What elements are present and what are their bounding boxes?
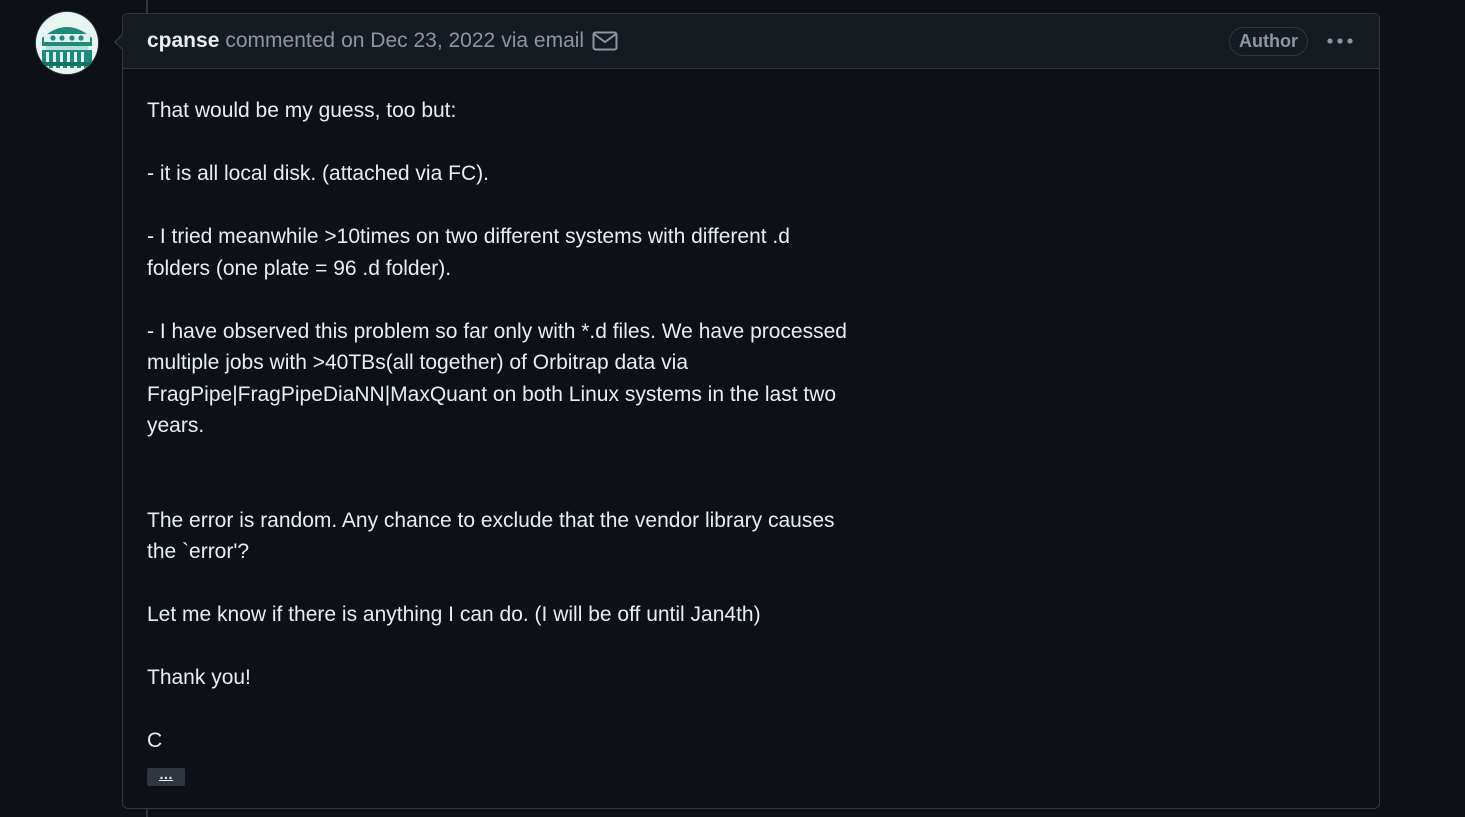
- comment-paragraph: The error is random. Any chance to exclu…: [147, 508, 835, 564]
- comment-meta: commented on Dec 23, 2022 via email: [225, 29, 590, 53]
- comment-paragraph: - I tried meanwhile >10times on two diff…: [147, 225, 790, 280]
- comment-paragraph: Thank you!: [147, 666, 251, 689]
- avatar[interactable]: [36, 12, 98, 74]
- comment-paragraph: Let me know if there is anything I can d…: [147, 603, 761, 626]
- comment-signature: C: [147, 729, 163, 752]
- comment-date[interactable]: on Dec 23, 2022: [341, 29, 495, 52]
- comment-paragraph: - I have observed this problem so far on…: [147, 319, 847, 438]
- identicon-avatar-icon: [36, 12, 98, 74]
- comment-paragraph: - it is all local disk. (attached via FC…: [147, 162, 489, 185]
- comment-box: cpanse commented on Dec 23, 2022 via email…: [114, 13, 1380, 809]
- comment-body: That would be my guess, too but: - it is…: [123, 69, 881, 788]
- mail-icon: [592, 30, 618, 52]
- author-link[interactable]: cpanse: [147, 29, 219, 53]
- author-badge: Author: [1229, 26, 1308, 56]
- comment-action: commented: [225, 29, 336, 52]
- comment-header: cpanse commented on Dec 23, 2022 via email…: [123, 14, 1379, 69]
- kebab-horizontal-icon[interactable]: [1325, 29, 1355, 53]
- header-actions: Author: [1229, 26, 1355, 56]
- comment-via: via email: [501, 29, 585, 52]
- show-hidden-text-button[interactable]: …: [147, 767, 185, 786]
- comment-paragraph: That would be my guess, too but:: [147, 99, 457, 122]
